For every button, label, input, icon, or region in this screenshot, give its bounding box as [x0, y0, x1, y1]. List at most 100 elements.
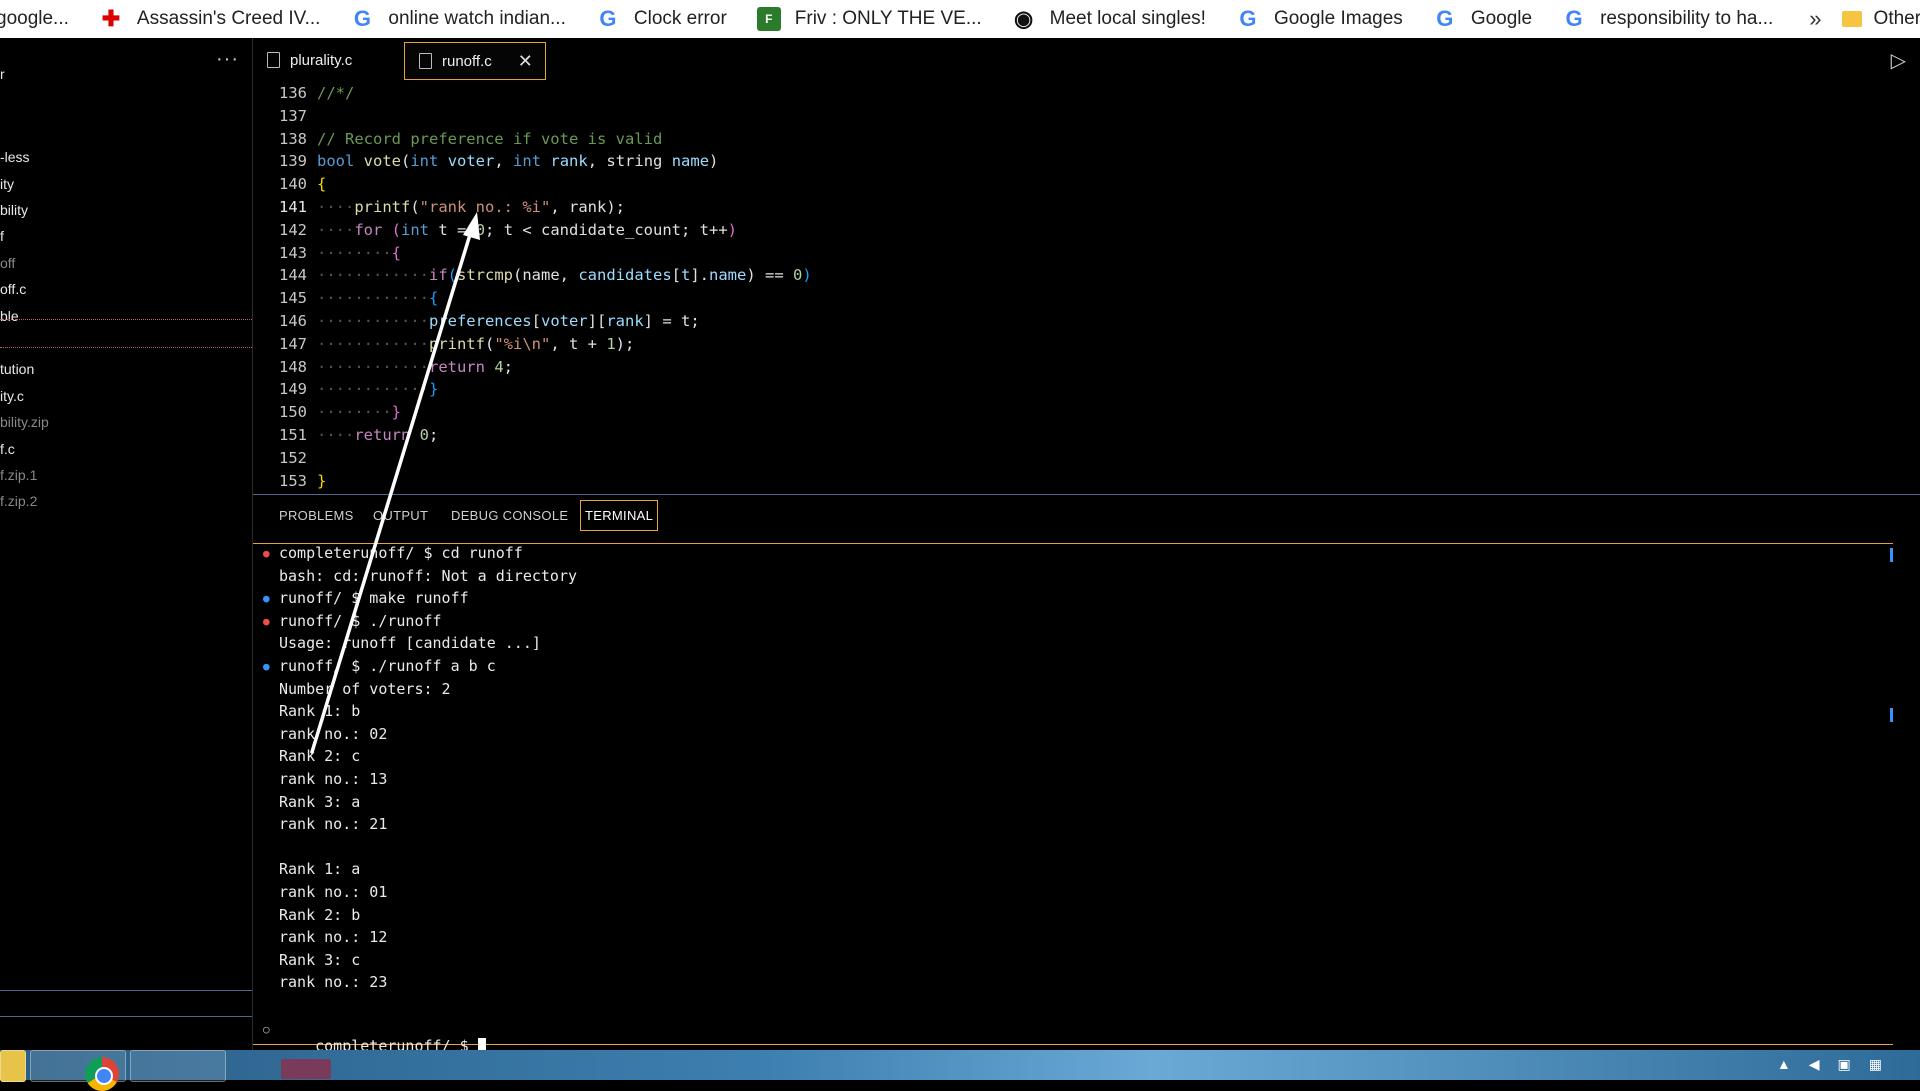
- sidebar-file-item[interactable]: tution: [0, 361, 34, 377]
- sidebar-file-item[interactable]: f.zip.1: [0, 467, 37, 483]
- code-token: );: [615, 334, 635, 353]
- terminal-line: completerunoff/ $ cd runoff: [279, 544, 523, 562]
- code-token: [: [671, 266, 681, 285]
- tab-debug-console[interactable]: DEBUG CONSOLE: [451, 508, 568, 523]
- code-token: ············: [317, 266, 429, 285]
- command-success-dot-icon[interactable]: ●: [263, 592, 270, 605]
- code-token: ············: [317, 334, 429, 353]
- bookmark-item[interactable]: Gresponsibility to ha...: [1562, 6, 1774, 31]
- bookmark-item[interactable]: G Google Images: [1236, 6, 1402, 31]
- terminal-line: Rank 2: b: [279, 905, 361, 924]
- tab-runoff[interactable]: runoff.c ✕: [404, 42, 546, 80]
- bookmark-item[interactable]: F Friv : ONLY THE VE...: [756, 7, 982, 31]
- bookmark-item[interactable]: ✚ Assassin's Creed IV...: [99, 6, 321, 31]
- line-number: 153: [279, 471, 307, 490]
- bookmark-item[interactable]: G Google: [1433, 6, 1532, 31]
- terminal[interactable]: completerunoff/ $ cd runoff ● bash: cd: ru…: [253, 543, 1893, 1056]
- bookmark-item[interactable]: ◉ Meet local singles!: [1012, 6, 1206, 31]
- code-token: //*/: [317, 84, 355, 102]
- code-token: ············: [317, 289, 429, 308]
- command-error-dot-icon[interactable]: ●: [263, 615, 270, 628]
- sidebar-file-item[interactable]: f.zip.2: [0, 493, 37, 509]
- windows-taskbar: ▲◀▣▦: [0, 1050, 1920, 1091]
- terminal-line: Rank 2: c: [279, 747, 361, 766]
- line-number: 145: [279, 289, 307, 308]
- sidebar-file-item[interactable]: off: [0, 255, 15, 271]
- sidebar-file-item[interactable]: f: [0, 228, 4, 244]
- code-token: (: [447, 266, 457, 285]
- sidebar-file-item[interactable]: ble: [0, 308, 19, 324]
- run-icon[interactable]: ▷: [1891, 48, 1906, 73]
- taskbar-chrome-button[interactable]: [30, 1050, 126, 1091]
- terminal-line: rank no.: 23: [279, 973, 388, 992]
- code-token: (name,: [513, 266, 579, 285]
- code-token: ····: [317, 198, 355, 216]
- tab-label: plurality.c: [290, 51, 353, 69]
- line-number: 142: [279, 220, 307, 239]
- line-number: 150: [279, 403, 307, 422]
- command-success-dot-icon[interactable]: ●: [263, 660, 270, 673]
- code-line: 143 ········{: [253, 244, 401, 266]
- winrar-icon: [281, 1059, 331, 1079]
- tree-separator: [0, 347, 252, 348]
- code-token: vote: [363, 152, 401, 171]
- tab-terminal[interactable]: TERMINAL: [580, 500, 659, 531]
- sidebar-file-item[interactable]: ity.c: [0, 388, 24, 404]
- line-number: 136: [279, 84, 307, 102]
- tab-problems[interactable]: PROBLEMS: [279, 508, 354, 523]
- chevron-right-icon[interactable]: »: [1809, 6, 1821, 32]
- terminal-line: rank no.: 12: [279, 928, 388, 947]
- bookmark-label: responsibility to ha...: [1600, 8, 1774, 29]
- code-token: (: [401, 152, 411, 171]
- close-icon[interactable]: ✕: [518, 51, 533, 72]
- bookmark-item[interactable]: google...: [0, 8, 69, 30]
- sidebar-file-item[interactable]: bility.zip: [0, 414, 49, 430]
- file-icon: [267, 52, 280, 68]
- line-number: 140: [279, 175, 307, 194]
- code-token: t =: [429, 220, 476, 239]
- line-number: 151: [279, 426, 307, 444]
- sidebar-file-item[interactable]: -less: [0, 149, 30, 165]
- other-bookmarks-button[interactable]: Other: [1841, 8, 1920, 30]
- code-token: ] = t;: [643, 312, 700, 330]
- system-tray[interactable]: ▲◀▣▦: [1777, 1056, 1900, 1073]
- code-token: for: [354, 220, 383, 239]
- code-token: bool: [317, 152, 355, 171]
- sidebar-file-item[interactable]: r: [0, 66, 5, 82]
- code-token: name: [671, 152, 710, 171]
- sidebar-file-item[interactable]: bility: [0, 202, 28, 218]
- line-number: 147: [279, 334, 307, 353]
- code-editor[interactable]: 136 //*/ 137 138 // Record preference if vot…: [253, 82, 1920, 494]
- code-line: 138 // Record preference if vote is valid: [253, 130, 662, 152]
- google-icon: G: [1436, 6, 1454, 31]
- bookmark-label: Friv : ONLY THE VE...: [794, 8, 982, 29]
- code-token: ][: [587, 312, 607, 330]
- taskbar-winrar-button[interactable]: [130, 1050, 331, 1082]
- line-number: 141: [279, 198, 307, 216]
- tab-plurality[interactable]: plurality.c: [253, 42, 398, 78]
- command-error-dot-icon[interactable]: ●: [263, 547, 270, 560]
- line-number: 143: [279, 243, 307, 262]
- code-line: 150 ········}: [253, 403, 401, 425]
- tab-output[interactable]: OUTPUT: [373, 508, 428, 523]
- code-token: ········: [317, 243, 392, 262]
- code-token: 0: [475, 220, 486, 239]
- terminal-line: runoff/ $ make runoff: [279, 589, 469, 608]
- sidebar-file-item[interactable]: off.c: [0, 281, 26, 297]
- file-icon: [419, 53, 432, 69]
- sidebar-file-item[interactable]: f.c: [0, 441, 15, 457]
- panel-tabs: PROBLEMS OUTPUT DEBUG CONSOLE TERMINAL: [253, 496, 1920, 542]
- start-area[interactable]: [0, 1050, 26, 1082]
- code-token: if: [428, 266, 448, 285]
- bookmark-item[interactable]: Gonline watch indian...: [350, 6, 566, 31]
- code-token: }: [317, 471, 327, 490]
- bookmark-item[interactable]: G Clock error: [596, 6, 726, 31]
- line-code: ············return 4;: [317, 358, 513, 380]
- line-code: ····for (int t = 0; t < candidate_count;…: [317, 221, 737, 243]
- code-token: 1: [606, 334, 616, 353]
- sidebar-file-item[interactable]: ity: [0, 176, 14, 192]
- more-actions-icon[interactable]: ···: [216, 48, 239, 71]
- idle-dot-icon: ○: [263, 1023, 270, 1036]
- line-code: }: [317, 472, 326, 494]
